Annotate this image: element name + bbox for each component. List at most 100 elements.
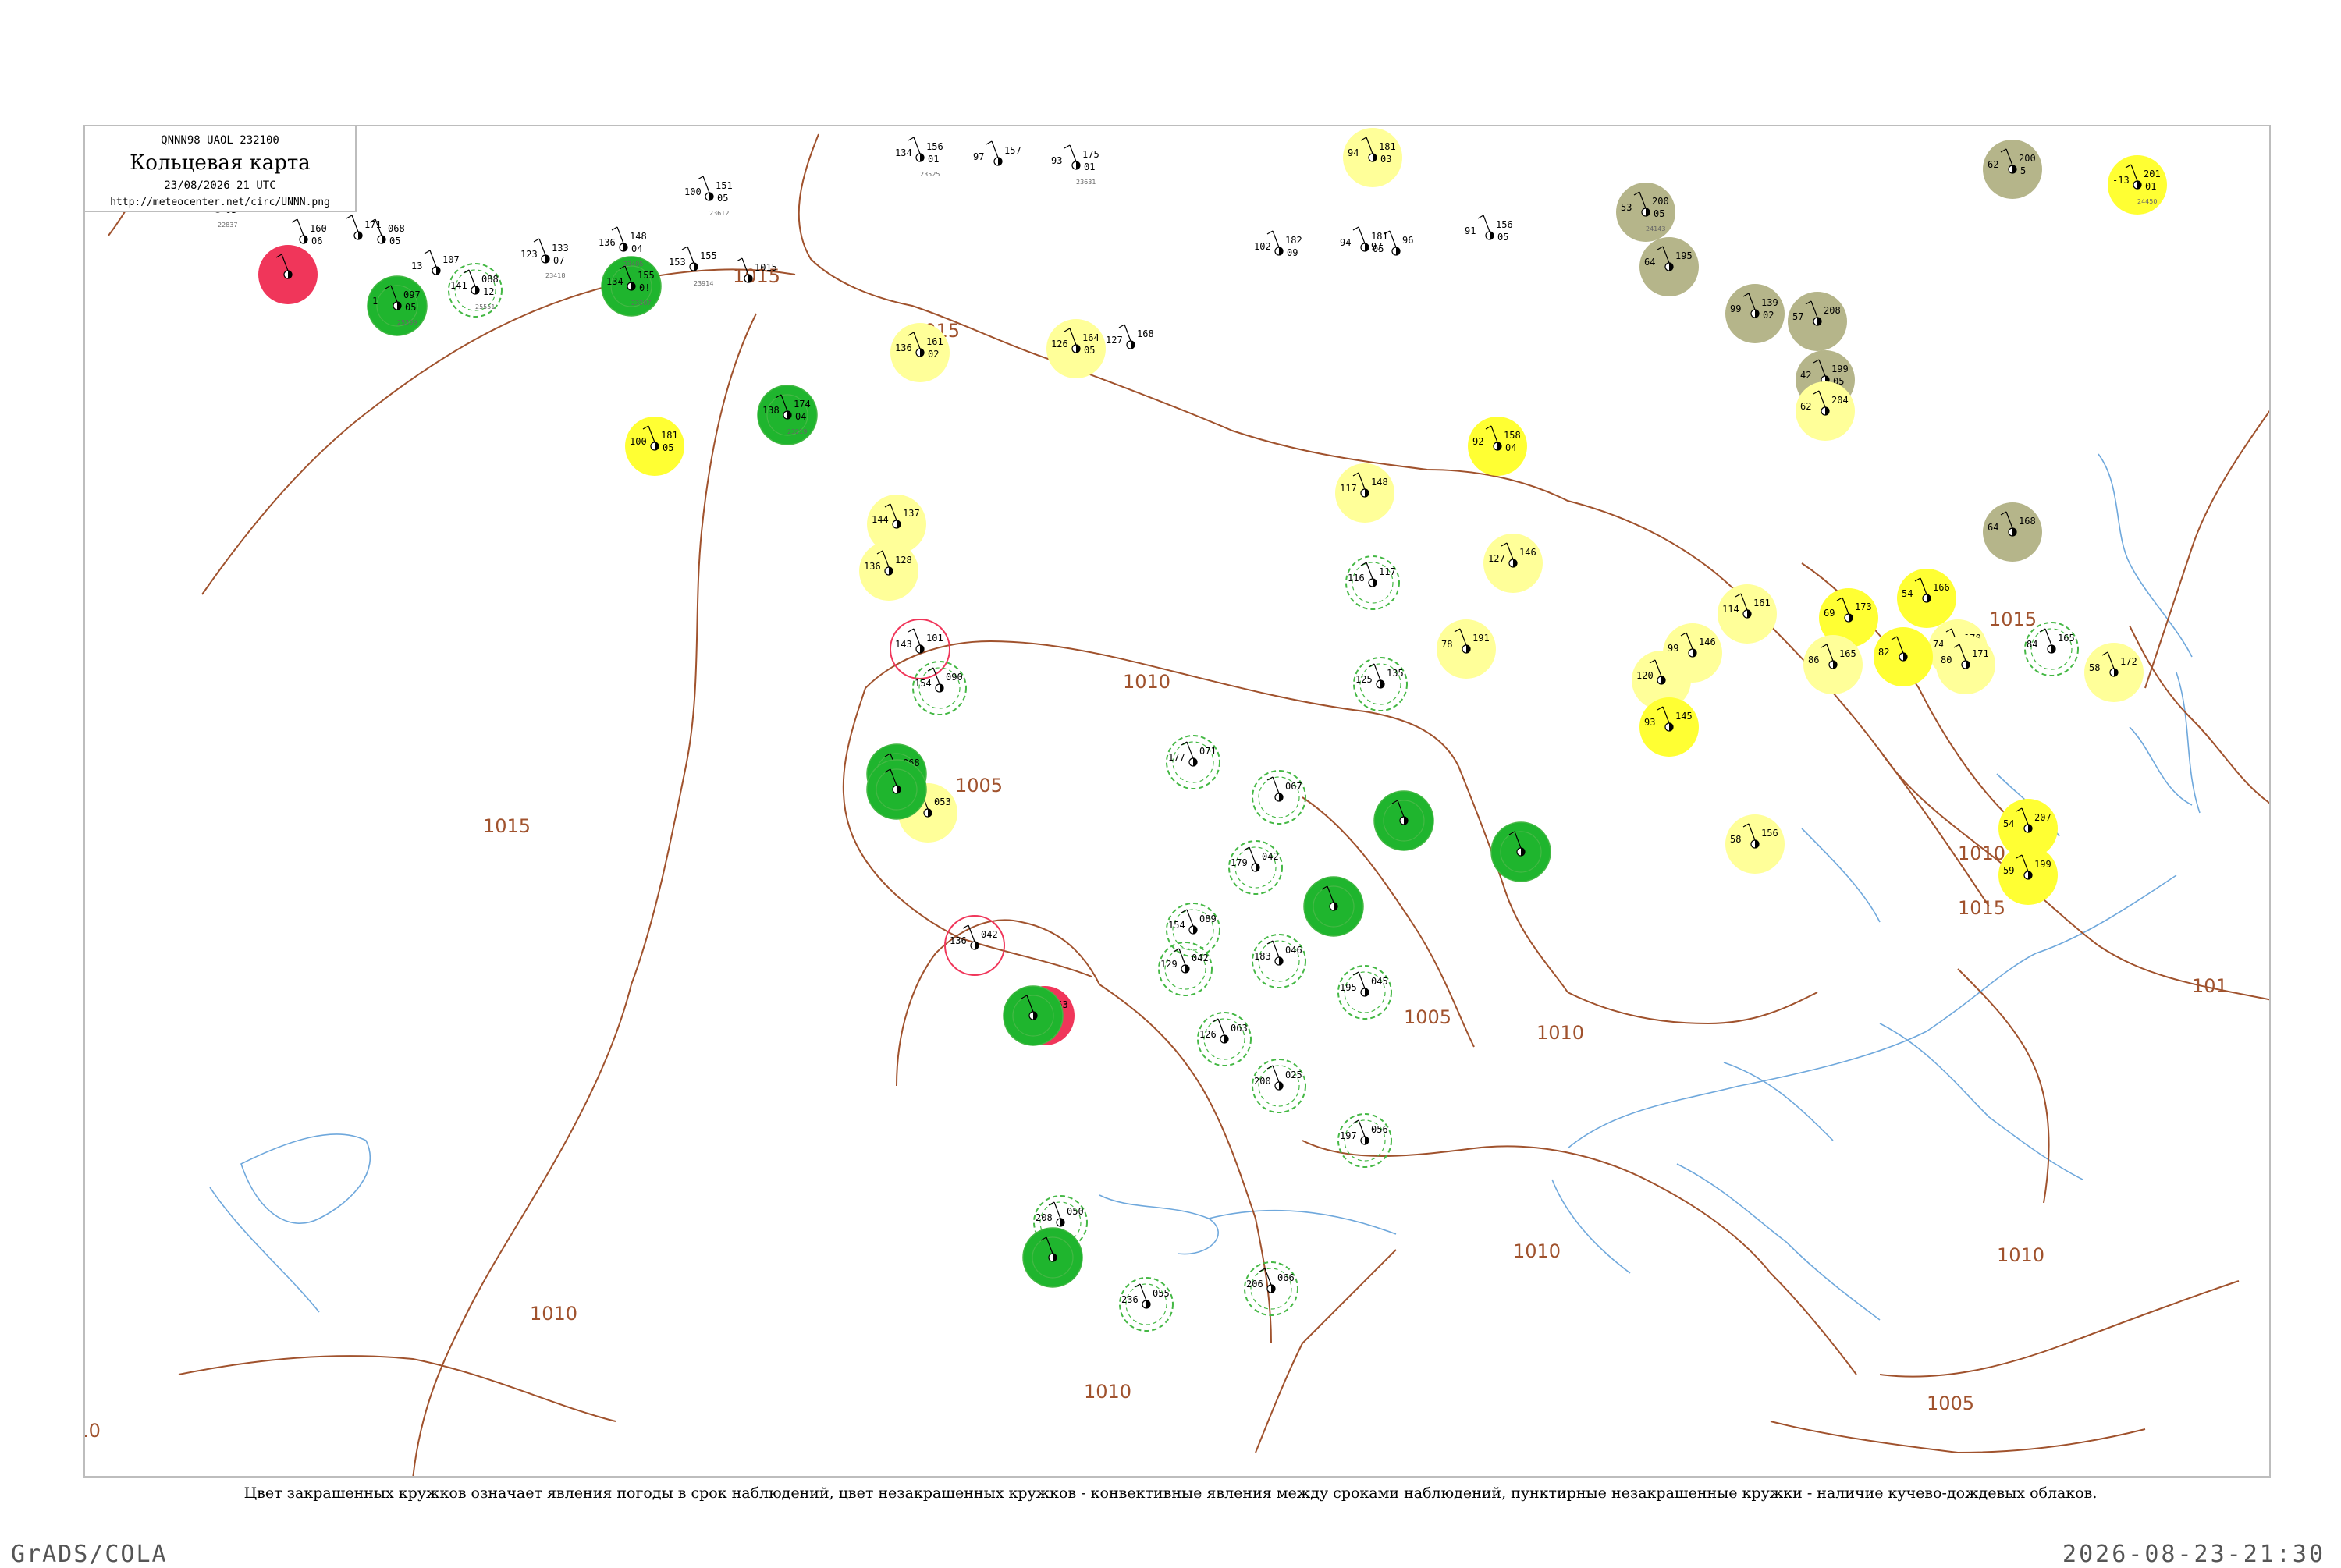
wind-barb-icon (424, 250, 437, 268)
isobar-label: 1010 (1997, 1244, 2044, 1266)
station-marker: 155 153 23914 (669, 246, 717, 287)
station-dewpoint: 94 (1340, 237, 1351, 248)
station-temperature: 158 (1504, 430, 1521, 441)
station-temperature: 207 (2034, 812, 2051, 823)
station-dewpoint: 177 (1168, 752, 1185, 763)
station-marker: 097 1 05 25399 (367, 275, 428, 336)
station-marker: 056 197 (1337, 1113, 1392, 1168)
station-marker: 82 (1874, 627, 1933, 686)
station-dewpoint: 58 (1730, 834, 1741, 845)
station-name: 23207 (631, 300, 651, 307)
station-dewpoint: 100 (684, 186, 702, 197)
isobar-label: 1010 (1536, 1022, 1584, 1044)
bulletin-code: QNNN98 UAOL 232100 (161, 134, 279, 147)
station-name: 25551 (475, 303, 495, 310)
station-marker: 181 94 05 (1340, 226, 1388, 254)
station-marker: 067 (1252, 770, 1306, 825)
station-dewpoint: 153 (669, 257, 686, 268)
station-temperature: 175 (1082, 149, 1099, 160)
wind-barb-icon (291, 218, 304, 236)
station-temperature: 155 (638, 270, 655, 281)
station-marker: 045 195 (1337, 965, 1392, 1020)
station-dewpoint: 1 (372, 296, 378, 307)
station-dewpoint: 92 (1472, 436, 1483, 447)
station-temperature: 165 (1839, 648, 1856, 659)
station-temperature: 201 (2144, 169, 2161, 179)
map-datetime: 23/08/2026 21 UTC (164, 179, 276, 192)
station-marker: 181 100 05 (625, 417, 684, 476)
station-dewpoint: 93 (1051, 155, 1062, 166)
station-marker: 166 54 (1897, 569, 1956, 628)
station-dewpoint: 69 (1824, 608, 1835, 619)
station-marker: 201 -13 01 24450 (2108, 155, 2167, 215)
station-dewpoint: 64 (1644, 257, 1655, 268)
station-marker (1373, 790, 1434, 851)
station-dewpoint: 99 (1730, 303, 1741, 314)
station-dewpoint: 127 (1488, 553, 1505, 564)
station-marker: 168 127 (1106, 324, 1154, 349)
station-dewpoint: 64 (1988, 522, 1998, 533)
station-dewpoint: 80 (1941, 655, 1952, 665)
station-dewpoint: 78 (1441, 639, 1452, 650)
station-temperature: 181 (1379, 141, 1396, 152)
station-marker: 145 93 (1639, 697, 1699, 757)
station-temperature: 168 (2019, 516, 2036, 527)
station-dewpoint: 206 (1246, 1279, 1263, 1290)
station-dewpoint: 91 (1465, 225, 1476, 236)
station-name: 25399 (397, 319, 417, 326)
station-marker (866, 759, 927, 820)
station-marker: 157 97 (973, 140, 1021, 166)
isobar-label: 1015 (1958, 897, 2005, 919)
station-marker: 16006 (291, 218, 327, 247)
station-dewpoint: 58 (2089, 662, 2100, 673)
station-marker: 165 84 (2024, 622, 2079, 676)
station-pressure: 05 (389, 236, 400, 247)
station-temperature: 066 (1277, 1272, 1295, 1283)
station-dewpoint: 138 (762, 405, 780, 416)
station-pressure: 12 (483, 286, 494, 297)
footer-software: GrADS/COLA (11, 1541, 168, 1568)
station-marker: 156 91 05 (1465, 215, 1513, 243)
station-dewpoint: 143 (895, 639, 912, 650)
station-marker: 208 57 (1788, 292, 1847, 351)
station-marker: 191 78 (1437, 619, 1496, 679)
station-marker: 055 236 (1119, 1277, 1174, 1332)
legend-caption: Цвет закрашенных кружков означает явлени… (243, 1485, 2098, 1502)
station-dewpoint: 126 (1051, 339, 1068, 349)
station-marker: 182 102 09 (1254, 230, 1302, 258)
wind-barb-icon (986, 140, 999, 158)
station-dewpoint: 126 (1199, 1029, 1217, 1040)
station-marker: 168 64 (1983, 502, 2042, 562)
station-marker: 089 154 (1166, 903, 1220, 957)
station-dewpoint: 125 (1355, 674, 1373, 685)
station-marker: 174 138 04 23219 (757, 385, 818, 445)
station-temperature: 148 (630, 231, 647, 242)
station-marker: 042 129 (1158, 942, 1213, 996)
station-dewpoint: 144 (872, 514, 889, 525)
station-marker: 200 53 05 24143 (1616, 183, 1675, 242)
station-marker: 171 (346, 215, 382, 240)
station-temperature: 042 (1262, 851, 1279, 862)
station-marker: 135 125 (1353, 657, 1408, 711)
station-temperature: 199 (1831, 364, 1849, 374)
station-marker (1003, 985, 1064, 1046)
station-dewpoint: 136 (950, 935, 967, 946)
isobar-label: 1005 (1927, 1392, 1974, 1414)
station-temperature: 090 (946, 672, 963, 683)
station-dewpoint: 84 (2027, 639, 2037, 650)
station-dewpoint: 62 (1988, 159, 1998, 170)
station-marker: 161 136 02 (890, 323, 950, 382)
station-temperature: 097 (403, 289, 421, 300)
station-dewpoint: 100 (630, 436, 647, 447)
station-pressure: 05 (1373, 243, 1384, 254)
station-temperature: 181 (1371, 231, 1388, 242)
station-dewpoint: 195 (1340, 982, 1357, 993)
station-temperature: 146 (1519, 547, 1536, 558)
station-dewpoint: 129 (1160, 959, 1178, 970)
station-pressure: 04 (795, 411, 806, 422)
station-temperature: 068 (388, 223, 405, 234)
station-dewpoint: 53 (1621, 202, 1632, 213)
station-pressure: 01 (928, 154, 939, 165)
station-temperature: 135 (1387, 668, 1404, 679)
station-marker: 151 100 05 23612 (684, 176, 733, 217)
